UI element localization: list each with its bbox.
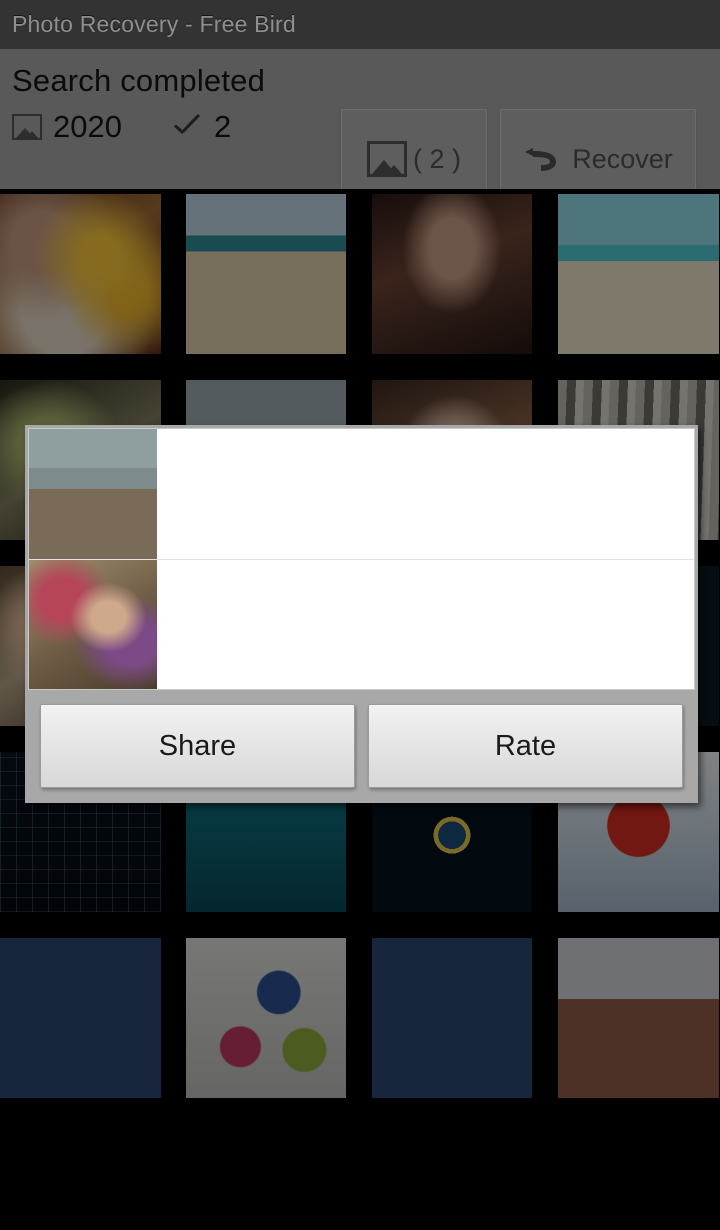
app-title: Photo Recovery - Free Bird bbox=[12, 11, 296, 37]
scan-status-block: Search completed 2020 2 bbox=[12, 63, 342, 146]
dialog-button-bar: Share Rate bbox=[28, 692, 695, 800]
list-item[interactable] bbox=[29, 429, 694, 560]
scan-counts-row: 2020 2 bbox=[12, 108, 342, 146]
share-button[interactable]: Share bbox=[40, 704, 355, 788]
app-title-bar: Photo Recovery - Free Bird bbox=[0, 0, 720, 49]
list-item-label bbox=[157, 429, 694, 445]
list-item-thumbnail bbox=[29, 429, 157, 559]
list-item[interactable] bbox=[29, 560, 694, 689]
undo-arrow-icon bbox=[523, 142, 563, 176]
selected-photo-count: 2 bbox=[213, 109, 232, 144]
scan-status-text: Search completed bbox=[12, 63, 266, 98]
found-photo-count: 2020 bbox=[53, 109, 122, 144]
image-icon bbox=[12, 114, 42, 140]
image-icon bbox=[366, 141, 407, 177]
select-photos-label: ( 2 ) bbox=[412, 143, 461, 174]
toolbar: Search completed 2020 2 ( 2 ) Recover bbox=[0, 49, 720, 209]
check-icon bbox=[172, 111, 204, 143]
recover-label: Recover bbox=[572, 143, 673, 174]
list-item-thumbnail bbox=[29, 560, 157, 689]
dialog-photo-list[interactable] bbox=[28, 428, 695, 690]
rate-button[interactable]: Rate bbox=[368, 704, 683, 788]
list-item-label bbox=[157, 560, 694, 576]
